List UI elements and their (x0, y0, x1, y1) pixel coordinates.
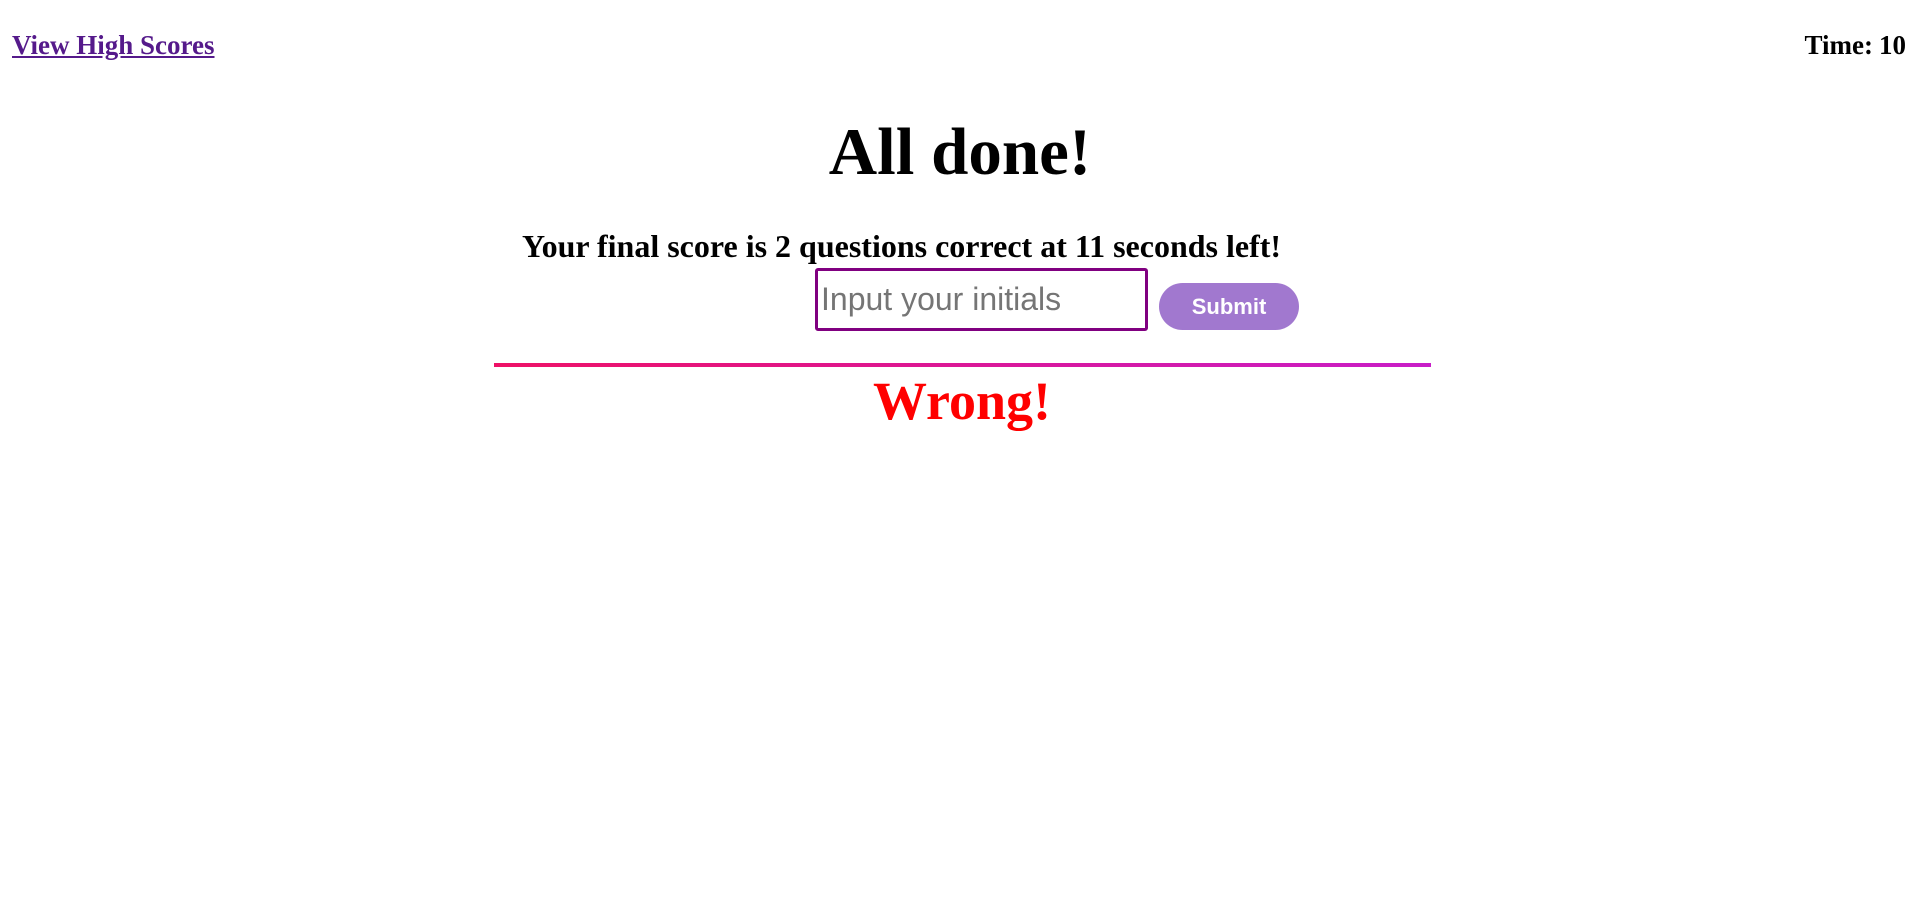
page-title: All done! (828, 115, 1092, 189)
timer: Time: 10 (1805, 30, 1907, 61)
view-high-scores-link[interactable]: View High Scores (12, 30, 215, 61)
initials-input[interactable] (815, 268, 1148, 331)
quiz-page: View High Scores Time: 10 All done! Your … (0, 0, 1912, 919)
submit-button[interactable]: Submit (1159, 283, 1299, 330)
divider (494, 363, 1431, 367)
final-score-message: Your final score is 2 questions correct … (522, 228, 1282, 264)
timer-value: 10 (1879, 30, 1906, 60)
timer-label: Time: (1804, 30, 1874, 60)
answer-feedback: Wrong! (872, 371, 1052, 431)
